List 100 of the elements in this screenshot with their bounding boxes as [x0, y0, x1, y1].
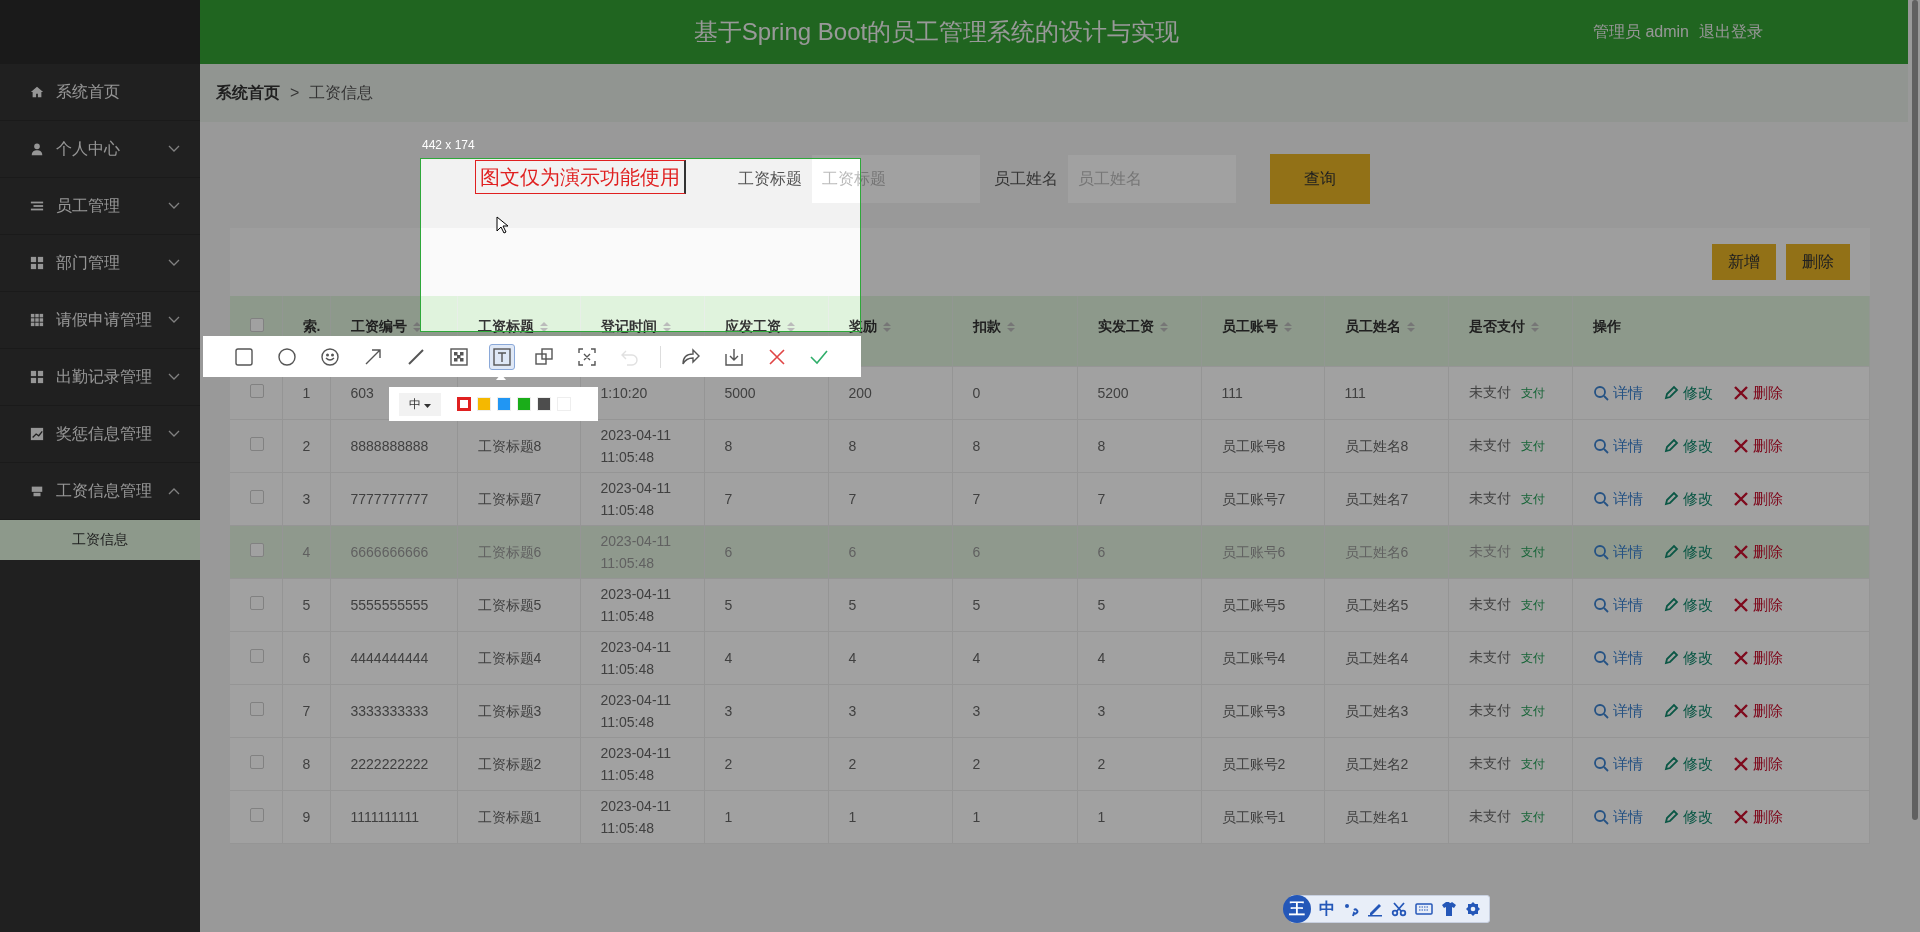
view-link[interactable]: 详情 [1592, 540, 1643, 563]
sort-icon[interactable] [412, 321, 421, 334]
delete-link[interactable]: 删除 [1732, 381, 1783, 404]
pay-link[interactable]: 支付 [1520, 439, 1545, 453]
delete-button[interactable]: 删除 [1786, 244, 1850, 280]
edit-link[interactable]: 修改 [1662, 593, 1713, 616]
table-cell: 2 [848, 755, 857, 772]
ime-logo[interactable]: 王 [1283, 895, 1311, 923]
circle-icon[interactable] [276, 345, 299, 368]
edit-link[interactable]: 修改 [1662, 540, 1713, 563]
view-link[interactable]: 详情 [1592, 646, 1643, 669]
status-text: 未支付 [1468, 596, 1511, 612]
scissors-icon[interactable] [1391, 901, 1407, 917]
table-cell: 2023-04-11 11:05:48 [600, 479, 672, 518]
pay-link[interactable]: 支付 [1520, 545, 1545, 559]
edit-link[interactable]: 修改 [1662, 646, 1713, 669]
pencil-icon [1662, 702, 1679, 719]
pay-link[interactable]: 支付 [1520, 598, 1545, 612]
add-button[interactable]: 新增 [1712, 244, 1776, 280]
ime-mode[interactable]: 中 [1319, 898, 1335, 920]
punctuation-icon[interactable] [1343, 901, 1359, 917]
sort-icon[interactable] [882, 321, 891, 334]
sidebar-item[interactable]: 部门管理 [0, 235, 200, 292]
delete-link[interactable]: 删除 [1732, 593, 1783, 616]
edit-link[interactable]: 修改 [1662, 487, 1713, 510]
view-link[interactable]: 详情 [1592, 434, 1643, 457]
sidebar-item[interactable]: 员工管理 [0, 178, 200, 235]
table-cell: 4 [724, 649, 733, 666]
sort-icon[interactable] [662, 321, 671, 334]
sort-icon[interactable] [1159, 321, 1168, 334]
scan-text-icon[interactable] [576, 345, 599, 368]
logout-link[interactable]: 退出登录 [1699, 21, 1763, 43]
keyboard-icon[interactable] [1415, 902, 1433, 916]
edit-link[interactable]: 修改 [1662, 381, 1713, 404]
delete-link[interactable]: 删除 [1732, 646, 1783, 669]
translate-icon[interactable] [533, 345, 556, 368]
font-size-dropdown[interactable]: 中 [399, 392, 442, 416]
checkbox[interactable] [250, 318, 264, 332]
checkbox[interactable] [250, 489, 264, 504]
pencil-icon [1662, 543, 1679, 560]
checkbox[interactable] [250, 648, 264, 663]
view-link[interactable]: 详情 [1592, 381, 1643, 404]
color-swatch[interactable] [457, 397, 472, 411]
sort-icon[interactable] [1406, 321, 1415, 334]
delete-link[interactable]: 删除 [1732, 434, 1783, 457]
pay-link[interactable]: 支付 [1520, 492, 1545, 506]
search-button[interactable]: 查询 [1270, 154, 1370, 204]
delete-link[interactable]: 删除 [1732, 699, 1783, 722]
text-tool-icon[interactable] [490, 345, 513, 368]
sort-icon[interactable] [1283, 321, 1292, 334]
view-link[interactable]: 详情 [1592, 593, 1643, 616]
sort-icon[interactable] [786, 321, 795, 334]
checkbox[interactable] [250, 542, 264, 557]
view-link[interactable]: 详情 [1592, 752, 1643, 775]
checkbox[interactable] [250, 595, 264, 610]
sidebar-item[interactable]: 请假申请管理 [0, 292, 200, 349]
status-text: 未支付 [1468, 384, 1511, 400]
close-icon [1732, 543, 1749, 560]
sidebar-item[interactable]: 个人中心 [0, 121, 200, 178]
sidebar-item[interactable]: 奖惩信息管理 [0, 406, 200, 463]
breadcrumb-item[interactable]: 系统首页 [216, 82, 280, 104]
checkbox[interactable] [250, 436, 264, 451]
edit-link[interactable]: 修改 [1662, 752, 1713, 775]
delete-link[interactable]: 删除 [1732, 487, 1783, 510]
sidebar-item[interactable]: 出勤记录管理 [0, 349, 200, 406]
settings-icon[interactable] [1465, 901, 1481, 917]
chart-icon [30, 427, 44, 441]
rectangle-icon[interactable] [233, 345, 256, 368]
pay-link[interactable]: 支付 [1520, 704, 1545, 718]
edit-link[interactable]: 修改 [1662, 434, 1713, 457]
pay-link[interactable]: 支付 [1520, 810, 1545, 824]
delete-link[interactable]: 删除 [1732, 752, 1783, 775]
search-icon [1592, 649, 1609, 666]
view-link[interactable]: 详情 [1592, 699, 1643, 722]
sort-icon[interactable] [1006, 321, 1015, 334]
mosaic-icon[interactable] [447, 345, 470, 368]
view-link[interactable]: 详情 [1592, 487, 1643, 510]
checkbox[interactable] [250, 383, 264, 398]
shirt-icon[interactable] [1441, 901, 1457, 917]
delete-link[interactable]: 删除 [1732, 805, 1783, 828]
text-annotation[interactable]: 图文仅为演示功能使用 [475, 160, 686, 194]
edit-link[interactable]: 修改 [1662, 805, 1713, 828]
checkbox[interactable] [250, 754, 264, 769]
delete-link[interactable]: 删除 [1732, 540, 1783, 563]
pay-link[interactable]: 支付 [1520, 757, 1545, 771]
checkbox[interactable] [250, 701, 264, 716]
search-icon [1592, 490, 1609, 507]
pen-icon[interactable] [1367, 901, 1383, 917]
view-link[interactable]: 详情 [1592, 805, 1643, 828]
pay-link[interactable]: 支付 [1520, 651, 1545, 665]
smiley-icon[interactable] [319, 345, 342, 368]
edit-link[interactable]: 修改 [1662, 699, 1713, 722]
table-cell: 1 [724, 808, 733, 825]
sort-icon[interactable] [1530, 321, 1539, 334]
scrollbar[interactable] [1912, 0, 1918, 820]
sort-icon[interactable] [539, 321, 548, 334]
checkbox[interactable] [250, 807, 264, 822]
sidebar-subitem[interactable]: 工资信息 [0, 520, 200, 560]
pay-link[interactable]: 支付 [1520, 386, 1545, 400]
user-name: 管理员 admin [1592, 21, 1689, 42]
